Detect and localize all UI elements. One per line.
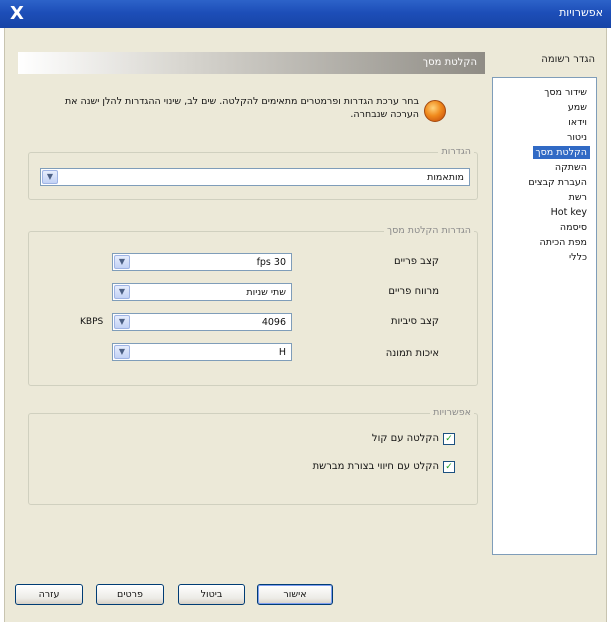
image-quality-select[interactable]: ▼ H (112, 343, 292, 361)
frame-rate-label: קצב פריים (394, 256, 439, 267)
chevron-down-icon[interactable]: ▼ (114, 345, 130, 359)
brush-indicator-checkbox[interactable]: ✓ (443, 461, 455, 473)
frame-rate-select[interactable]: ▼ fps 30 (112, 253, 292, 271)
chevron-down-icon[interactable]: ▼ (114, 315, 130, 329)
chevron-down-icon[interactable]: ▼ (42, 170, 58, 184)
brush-indicator-label: הקלט עם חיווי בצורת מברשת (312, 461, 439, 472)
frame-interval-label: מרווח פריים (388, 286, 439, 297)
nav-item-class-map[interactable]: מפת הכיתה (537, 236, 590, 249)
nav-item-network[interactable]: רשת (566, 191, 590, 204)
frame-rate-value: fps 30 (256, 257, 286, 268)
cancel-button[interactable]: ביטול (178, 584, 245, 605)
nav-item-general[interactable]: כללי (566, 251, 590, 264)
nav-heading: הגדר רשומה (541, 54, 595, 65)
settings-group-label: הגדרות (438, 146, 474, 157)
details-button[interactable]: פרטים (96, 584, 164, 605)
preset-select[interactable]: ▼ מותאמות (40, 168, 470, 186)
record-with-sound-checkbox[interactable]: ✓ (443, 433, 455, 445)
bitrate-value: 4096 (261, 317, 286, 328)
frame-interval-select[interactable]: ▼ שתי שניות (112, 283, 292, 301)
ok-button[interactable]: אישור (257, 584, 333, 605)
title-bar: X אפשרויות (0, 0, 611, 28)
info-orb-icon (424, 100, 446, 122)
frame-interval-value: שתי שניות (246, 287, 286, 298)
chevron-down-icon[interactable]: ▼ (114, 285, 130, 299)
nav-item-video[interactable]: וידאו (565, 116, 590, 129)
nav-tree[interactable]: שידור מסך שמע וידאו ניטור הקלטת מסך השתק… (492, 77, 597, 555)
options-group-label: אפשרויות (430, 407, 474, 418)
recording-settings-group-label: הגדרות הקלטת מסך (383, 225, 474, 236)
window-title: אפשרויות (559, 6, 603, 19)
close-icon[interactable]: X (6, 3, 28, 25)
image-quality-value: H (278, 347, 286, 358)
chevron-down-icon[interactable]: ▼ (114, 255, 130, 269)
bitrate-unit: KBPS (80, 317, 104, 327)
options-group (28, 413, 478, 505)
bitrate-select[interactable]: ▼ 4096 (112, 313, 292, 331)
nav-item-screen-recording[interactable]: הקלטת מסך (532, 146, 590, 159)
nav-item-mute[interactable]: השתקה (552, 161, 590, 174)
nav-item-file-transfer[interactable]: העברת קבצים (525, 176, 590, 189)
nav-item-monitoring[interactable]: ניטור (564, 131, 590, 144)
image-quality-label: איכות תמונה (385, 348, 439, 359)
record-with-sound-label: הקלטה עם קול (371, 433, 439, 444)
help-button[interactable]: עזרה (15, 584, 83, 605)
bitrate-label: קצב סיביות (390, 316, 439, 327)
nav-item-screen-broadcast[interactable]: שידור מסך (541, 86, 590, 99)
preset-select-value: מותאמות (427, 172, 464, 183)
nav-item-audio[interactable]: שמע (565, 101, 590, 114)
nav-item-hot-key[interactable]: Hot key (548, 206, 590, 219)
section-header: הקלטת מסך (18, 52, 485, 74)
section-title: הקלטת מסך (422, 57, 477, 68)
info-description: בחר ערכת הגדרות ופרמטרים מתאימים להקלטה.… (64, 96, 419, 120)
nav-item-password[interactable]: סיסמה (557, 221, 590, 234)
